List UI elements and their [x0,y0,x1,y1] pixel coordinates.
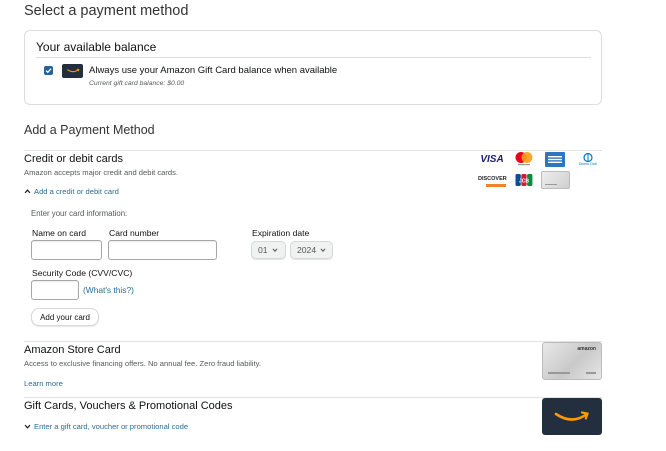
balance-panel: Your available balance Always use your A… [24,30,602,105]
card-number-input[interactable] [108,240,217,260]
visa-text: VISA [480,153,504,165]
expiration-year-select[interactable]: 2024 [290,241,333,259]
diners-club-text: Diners Club [578,161,598,166]
discover-stripe [486,184,506,187]
learn-more-link[interactable]: Learn more [24,379,63,388]
always-use-balance-checkbox[interactable] [44,66,53,75]
store-card-subtitle: Access to exclusive financing offers. No… [24,359,261,368]
expiration-year-value: 2024 [297,245,317,255]
credit-debit-subtitle: Amazon accepts major credit and debit ca… [24,168,179,177]
enter-gift-card-link[interactable]: Enter a gift card, voucher or promotiona… [34,422,188,431]
amex-logo [545,152,565,167]
whats-this-link[interactable]: (What's this?) [83,285,134,295]
gift-cards-title: Gift Cards, Vouchers & Promotional Codes [24,400,233,412]
amazon-smile-icon [554,410,589,421]
always-use-balance-label[interactable]: Always use your Amazon Gift Card balance… [89,65,337,76]
store-card-title: Amazon Store Card [24,344,121,356]
add-your-card-button[interactable]: Add your card [31,308,99,326]
chevron-down-icon [24,424,31,429]
add-payment-heading: Add a Payment Method [24,123,155,137]
divider [24,341,602,342]
visa-logo: VISA [478,152,506,166]
discover-text: DISCOVER [478,176,507,182]
amex-icon [548,156,562,163]
chevron-down-icon [272,248,278,253]
amazon-store-card-image: amazon [542,342,602,380]
amazon-smile-icon [66,68,79,73]
mastercard-icon [515,152,533,166]
gift-card-thumbnail [62,64,83,78]
jcb-logo: JCB [514,172,534,188]
diners-club-logo: Diners Club [576,151,600,167]
enter-card-info-label: Enter your card information: [31,209,128,218]
check-icon [45,68,52,74]
balance-title: Your available balance [36,40,157,54]
expiration-month-select[interactable]: 01 [251,241,286,259]
name-on-card-input[interactable] [31,240,102,260]
store-card-brand: amazon [577,346,596,352]
add-card-link[interactable]: Add a credit or debit card [34,187,119,196]
chevron-down-icon [320,248,326,253]
card-number-label: Card number [109,228,160,238]
amazon-gift-card-image [542,398,602,435]
current-gift-card-balance: Current gift card balance: $0.00 [89,80,185,87]
chevron-up-icon [24,189,31,194]
divider [36,57,591,58]
jcb-icon: JCB [515,174,533,186]
store-card-mini-logo [541,171,570,189]
expiration-month-value: 01 [258,245,268,255]
name-on-card-label: Name on card [32,228,86,238]
security-code-label: Security Code (CVV/CVC) [32,268,133,278]
mastercard-logo [513,151,535,167]
credit-debit-title: Credit or debit cards [24,153,124,165]
page-title: Select a payment method [24,3,189,19]
gift-card-toggle[interactable]: Enter a gift card, voucher or promotiona… [24,422,188,431]
discover-logo: DISCOVER [478,173,507,187]
diners-club-icon [583,152,593,162]
divider [24,397,602,398]
security-code-input[interactable] [31,280,79,300]
svg-text:JCB: JCB [519,179,529,185]
expiration-date-label: Expiration date [252,228,310,238]
add-card-toggle[interactable]: Add a credit or debit card [24,187,119,196]
